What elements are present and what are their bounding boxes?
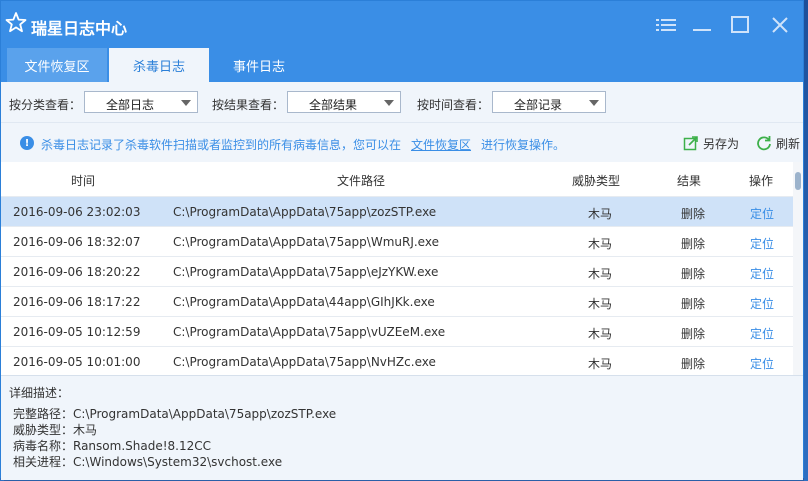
row-time: 2016-09-06 18:32:07: [13, 235, 141, 249]
table-header: 时间 文件路径 威胁类型 结果 操作: [1, 162, 793, 196]
time-filter-label: 按时间查看：: [417, 98, 490, 112]
refresh-icon: [757, 136, 771, 151]
chevron-down-icon: [181, 100, 191, 106]
category-filter-select[interactable]: 全部日志: [84, 91, 198, 113]
detail-panel: 详细描述： 完整路径：C:\ProgramData\AppData\75app\…: [1, 375, 803, 480]
info-icon: !: [20, 136, 34, 150]
category-filter-value: 全部日志: [105, 98, 154, 112]
maximize-button[interactable]: [729, 14, 751, 36]
row-time: 2016-09-06 18:20:22: [13, 265, 141, 279]
row-result: 删除: [681, 357, 706, 371]
row-threat: 木马: [588, 327, 613, 341]
column-header-time[interactable]: 时间: [71, 172, 95, 189]
table-row[interactable]: 2016-09-06 18:17:22 C:\ProgramData\AppDa…: [1, 286, 793, 316]
log-table: 时间 文件路径 威胁类型 结果 操作 2016-09-06 23:02:03 C…: [1, 162, 793, 375]
rising-logo-icon: [5, 12, 27, 33]
minimize-icon: [693, 29, 711, 31]
table-scrollbar[interactable]: [793, 162, 803, 375]
row-threat: 木马: [588, 207, 613, 221]
table-row[interactable]: 2016-09-06 23:02:03 C:\ProgramData\AppDa…: [1, 196, 793, 226]
row-time: 2016-09-06 18:17:22: [13, 295, 141, 309]
filter-bar: 按分类查看： 全部日志 按结果查看： 全部结果 按时间查看： 全部记录: [1, 82, 803, 122]
detail-title: 详细描述：: [9, 386, 70, 400]
row-result: 删除: [681, 327, 706, 341]
row-time: 2016-09-06 23:02:03: [13, 205, 141, 219]
close-icon: [772, 17, 788, 33]
minimize-button[interactable]: [691, 14, 713, 36]
table-scrollbar-thumb[interactable]: [795, 172, 801, 190]
result-filter-select[interactable]: 全部结果: [287, 91, 401, 113]
locate-link[interactable]: 定位: [750, 235, 774, 252]
row-threat: 木马: [588, 357, 613, 371]
row-time: 2016-09-05 10:12:59: [13, 325, 141, 339]
row-path: C:\ProgramData\AppData\75app\vUZEeM.exe: [173, 325, 446, 339]
desktop-background-right: [804, 0, 808, 481]
row-threat: 木马: [588, 297, 613, 311]
row-path: C:\ProgramData\AppData\75app\WmuRJ.exe: [173, 235, 439, 249]
row-time: 2016-09-05 10:01:00: [13, 355, 141, 369]
info-tail-text: 进行恢复操作。: [481, 138, 566, 152]
save-as-label: 另存为: [703, 136, 740, 151]
menu-button[interactable]: [655, 14, 677, 36]
tab-file-restore[interactable]: 文件恢复区: [7, 48, 107, 82]
category-filter-label: 按分类查看：: [9, 98, 82, 112]
detail-threat-type: 威胁类型：木马: [13, 423, 98, 437]
window-title: 瑞星日志中心: [31, 19, 128, 38]
locate-link[interactable]: 定位: [750, 355, 774, 372]
row-path: C:\ProgramData\AppData\44app\GIhJKk.exe: [173, 295, 435, 309]
row-threat: 木马: [588, 267, 613, 281]
time-filter-value: 全部记录: [513, 98, 562, 112]
row-result: 删除: [681, 267, 706, 281]
refresh-label: 刷新: [776, 136, 801, 151]
file-restore-link[interactable]: 文件恢复区: [411, 136, 471, 153]
title-bar[interactable]: 瑞星日志中心: [1, 1, 803, 48]
row-path: C:\ProgramData\AppData\75app\NvHZc.exe: [173, 355, 436, 369]
info-text: 杀毒日志记录了杀毒软件扫描或者监控到的所有病毒信息，您可以在: [41, 138, 402, 152]
export-icon: [683, 136, 698, 151]
table-row[interactable]: 2016-09-05 10:12:59 C:\ProgramData\AppDa…: [1, 316, 793, 346]
row-result: 删除: [681, 297, 706, 311]
refresh-button[interactable]: 刷新: [756, 134, 800, 152]
locate-link[interactable]: 定位: [750, 205, 774, 222]
menu-icon: [656, 19, 676, 31]
result-filter-label: 按结果查看：: [212, 98, 285, 112]
row-path: C:\ProgramData\AppData\75app\eJzYKW.exe: [173, 265, 439, 279]
row-result: 删除: [681, 237, 706, 251]
tab-event-log[interactable]: 事件日志: [209, 48, 309, 82]
column-header-result[interactable]: 结果: [677, 172, 701, 189]
info-bar: ! 杀毒日志记录了杀毒软件扫描或者监控到的所有病毒信息，您可以在 文件恢复区 进…: [1, 122, 803, 163]
row-path: C:\ProgramData\AppData\75app\zozSTP.exe: [173, 205, 437, 219]
column-header-threat[interactable]: 威胁类型: [572, 172, 620, 189]
column-header-operation: 操作: [749, 174, 774, 188]
locate-link[interactable]: 定位: [750, 325, 774, 342]
save-as-button[interactable]: 另存为: [683, 134, 739, 152]
tab-antivirus-log[interactable]: 杀毒日志: [109, 48, 209, 82]
maximize-icon: [731, 16, 749, 33]
column-header-path[interactable]: 文件路径: [337, 172, 385, 189]
chevron-down-icon: [589, 100, 599, 106]
table-row[interactable]: 2016-09-06 18:20:22 C:\ProgramData\AppDa…: [1, 256, 793, 286]
table-row[interactable]: 2016-09-05 10:01:00 C:\ProgramData\AppDa…: [1, 346, 793, 375]
locate-link[interactable]: 定位: [750, 265, 774, 282]
detail-related-process: 相关进程：C:\Windows\System32\svchost.exe: [13, 455, 283, 469]
detail-virus-name: 病毒名称：Ransom.Shade!8.12CC: [13, 439, 211, 453]
locate-link[interactable]: 定位: [750, 295, 774, 312]
result-filter-value: 全部结果: [308, 98, 357, 112]
time-filter-select[interactable]: 全部记录: [492, 91, 606, 113]
tab-bar: 文件恢复区 杀毒日志 事件日志: [1, 48, 803, 82]
chevron-down-icon: [384, 100, 394, 106]
log-center-window: 瑞星日志中心 文件恢复区 杀毒日志 事件日志 按分类查看： 全部日志 按结果查看: [0, 0, 804, 480]
row-threat: 木马: [588, 237, 613, 251]
table-row[interactable]: 2016-09-06 18:32:07 C:\ProgramData\AppDa…: [1, 226, 793, 256]
close-button[interactable]: [769, 14, 791, 36]
detail-full-path: 完整路径：C:\ProgramData\AppData\75app\zozSTP…: [13, 407, 337, 421]
row-result: 删除: [681, 207, 706, 221]
